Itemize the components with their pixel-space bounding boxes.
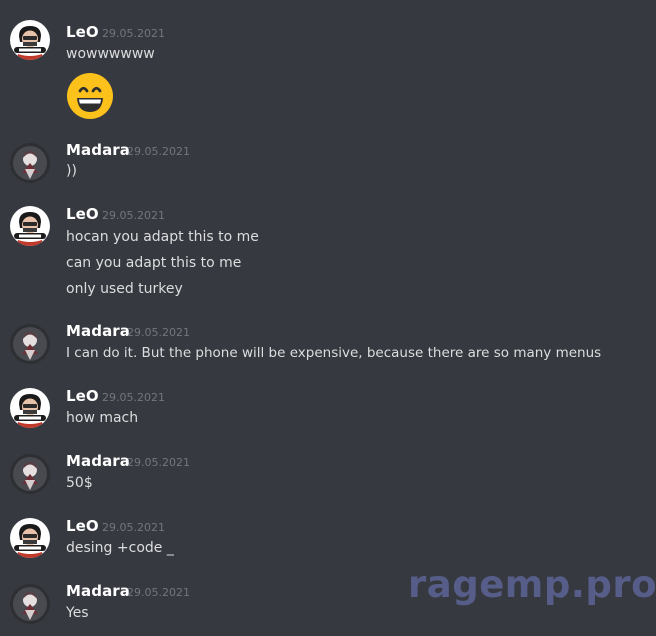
timestamp: 29.05.2021 <box>127 326 190 339</box>
username[interactable]: Madara <box>66 452 130 470</box>
message-text: can you adapt this to me <box>66 255 242 271</box>
message-text: I can do it. But the phone will be expen… <box>66 345 602 361</box>
message-text: 50$ <box>66 475 93 491</box>
username[interactable]: Madara <box>66 582 130 600</box>
message-text: wowwwwww <box>66 46 155 62</box>
timestamp: 29.05.2021 <box>127 145 190 158</box>
message-text: desing +code _ <box>66 540 174 556</box>
username[interactable]: Madara <box>66 141 130 159</box>
timestamp: 29.05.2021 <box>102 391 165 404</box>
avatar-madara[interactable] <box>10 143 50 183</box>
message-text: )) <box>66 163 77 179</box>
timestamp: 29.05.2021 <box>127 586 190 599</box>
timestamp: 29.05.2021 <box>127 456 190 469</box>
avatar-madara[interactable] <box>10 584 50 624</box>
timestamp: 29.05.2021 <box>102 521 165 534</box>
message-text: Yes <box>66 605 89 621</box>
chat-messages: LeO 29.05.2021 wowwwwww Madara 29.05.202… <box>0 0 656 636</box>
username[interactable]: Madara <box>66 322 130 340</box>
avatar-leo[interactable] <box>10 518 50 558</box>
timestamp: 29.05.2021 <box>102 209 165 222</box>
username[interactable]: LeO <box>66 23 99 41</box>
avatar-madara[interactable] <box>10 454 50 494</box>
username[interactable]: LeO <box>66 517 99 535</box>
grinning-face-emoji <box>66 72 114 120</box>
username[interactable]: LeO <box>66 205 99 223</box>
watermark: ragemp.pro <box>408 563 656 606</box>
timestamp: 29.05.2021 <box>102 27 165 40</box>
message-text: hocan you adapt this to me <box>66 229 259 245</box>
message-text: how mach <box>66 410 139 426</box>
avatar-madara[interactable] <box>10 324 50 364</box>
message-text: only used turkey <box>66 281 183 297</box>
avatar-leo[interactable] <box>10 388 50 428</box>
avatar-leo[interactable] <box>10 206 50 246</box>
avatar-leo[interactable] <box>10 20 50 60</box>
username[interactable]: LeO <box>66 387 99 405</box>
